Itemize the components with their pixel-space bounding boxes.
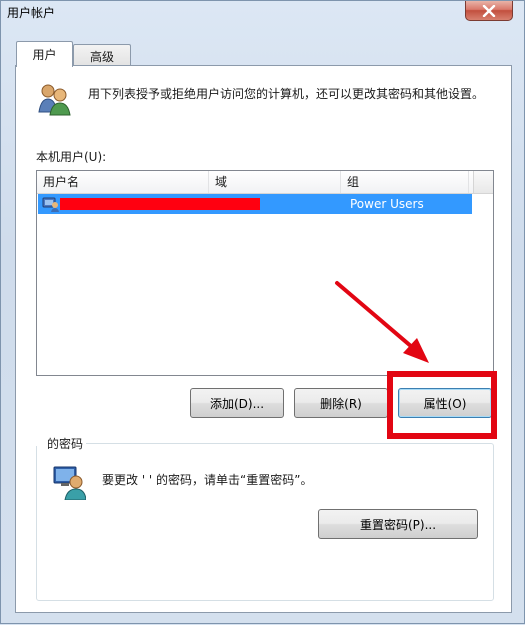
user-accounts-window: 用户帐户 用户 高级 用下列表授予或拒绝用户访问您的计算机，还可以更改其密码和其… [0, 0, 525, 624]
table-row[interactable]: Power Users [38, 194, 472, 214]
window-title: 用户帐户 [7, 6, 56, 20]
users-tab-panel: 用下列表授予或拒绝用户访问您的计算机，还可以更改其密码和其他设置。 本机用户(U… [15, 65, 512, 613]
listview-header: 用户名 域 组 [37, 171, 493, 194]
column-header-username[interactable]: 用户名 [37, 171, 209, 193]
tab-users-label: 用户 [32, 48, 57, 62]
intro-text: 用下列表授予或拒绝用户访问您的计算机，还可以更改其密码和其他设置。 [88, 87, 485, 101]
column-header-domain[interactable]: 域 [209, 171, 341, 193]
listview-header-filler [473, 171, 493, 193]
row-group-cell: Power Users [350, 197, 424, 211]
annotation-highlight-box [387, 371, 497, 439]
add-button[interactable]: 添加(D)... [190, 388, 284, 418]
users-list-label: 本机用户(U): [36, 150, 107, 164]
user-computer-icon [53, 466, 86, 500]
tab-advanced-label: 高级 [89, 50, 114, 64]
column-header-group[interactable]: 组 [341, 171, 469, 193]
close-icon [482, 4, 496, 17]
close-button[interactable] [465, 1, 513, 21]
tab-users[interactable]: 用户 [16, 41, 73, 67]
legend-cover [36, 438, 44, 446]
users-listview[interactable]: 用户名 域 组 Power Users [36, 170, 494, 376]
users-icon [38, 84, 71, 116]
remove-button[interactable]: 删除(R) [294, 388, 388, 418]
reset-password-button[interactable]: 重置密码(P)... [318, 509, 478, 539]
password-group-legend: 的密码 [44, 435, 87, 452]
password-instruction: 要更改 ' ' 的密码，请单击“重置密码”。 [102, 473, 313, 487]
redacted-username [60, 198, 260, 210]
user-icon [42, 197, 59, 212]
